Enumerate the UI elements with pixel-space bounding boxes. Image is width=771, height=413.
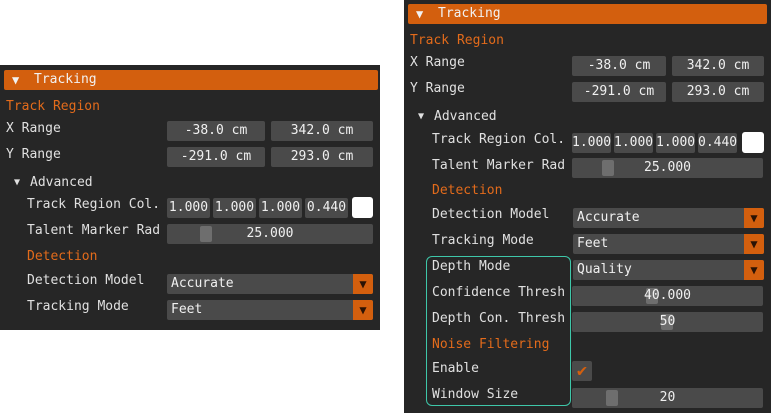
track-region-section: Track Region (410, 33, 504, 48)
depth-confidence-threshold-slider[interactable]: 50 (572, 312, 763, 332)
tracking-header[interactable]: ▼ Tracking (4, 70, 378, 90)
depth-mode-combo[interactable]: Quality ▼ (573, 260, 764, 280)
tracking-mode-combo[interactable]: Feet ▼ (573, 234, 764, 254)
y-range-label: Y Range (410, 81, 465, 96)
dropdown-arrow-icon[interactable]: ▼ (353, 300, 373, 320)
color-g-field[interactable]: 1.000 (614, 133, 653, 153)
x-range-label: X Range (6, 121, 61, 136)
y-range-max-field[interactable]: 293.0 cm (271, 147, 373, 167)
tracking-mode-combo[interactable]: Feet ▼ (167, 300, 373, 320)
noise-filtering-section: Noise Filtering (432, 337, 550, 352)
depth-mode-value: Quality (577, 262, 632, 277)
tracking-mode-value: Feet (577, 236, 609, 251)
slider-grab-handle[interactable] (606, 390, 618, 406)
y-range-min-field[interactable]: -291.0 cm (167, 147, 265, 167)
window-size-slider[interactable]: 20 (572, 388, 763, 408)
slider-grab-handle[interactable] (602, 160, 614, 176)
detection-model-combo[interactable]: Accurate ▼ (167, 274, 373, 294)
depth-confidence-threshold-label: Depth Con. Thresh (432, 311, 566, 326)
detection-model-value: Accurate (171, 276, 234, 291)
color-a-field[interactable]: 0.440 (305, 198, 348, 218)
x-range-label: X Range (410, 55, 465, 70)
x-range-min-field[interactable]: -38.0 cm (167, 121, 265, 141)
window-size-label: Window Size (432, 387, 519, 402)
y-range-label: Y Range (6, 147, 61, 162)
tracking-mode-value: Feet (171, 302, 203, 317)
color-b-field[interactable]: 1.000 (259, 198, 302, 218)
enable-label: Enable (432, 361, 479, 376)
y-range-min-field[interactable]: -291.0 cm (572, 82, 666, 102)
color-b-field[interactable]: 1.000 (656, 133, 695, 153)
track-region-color-label: Track Region Col. (432, 132, 566, 147)
window-size-value: 20 (659, 390, 676, 405)
y-range-max-field[interactable]: 293.0 cm (672, 82, 764, 102)
dropdown-arrow-icon[interactable]: ▼ (744, 234, 764, 254)
dropdown-arrow-icon[interactable]: ▼ (744, 260, 764, 280)
depth-confidence-threshold-value: 50 (659, 314, 676, 329)
color-swatch[interactable] (352, 197, 373, 218)
x-range-max-field[interactable]: 342.0 cm (271, 121, 373, 141)
new-settings-highlight (426, 256, 571, 406)
track-region-color-label: Track Region Col. (27, 197, 161, 212)
detection-section: Detection (27, 249, 98, 264)
talent-marker-radius-value: 25.000 (246, 226, 294, 241)
enable-checkbox[interactable]: ✔ (572, 361, 592, 381)
talent-marker-radius-value: 25.000 (644, 160, 691, 175)
talent-marker-radius-slider[interactable]: 25.000 (167, 224, 373, 244)
dropdown-arrow-icon[interactable]: ▼ (353, 274, 373, 294)
collapse-arrow-icon: ▼ (12, 73, 20, 87)
detection-model-value: Accurate (577, 210, 640, 225)
slider-grab-handle[interactable] (200, 226, 212, 242)
talent-marker-radius-label: Talent Marker Rad (27, 223, 161, 238)
color-g-field[interactable]: 1.000 (213, 198, 256, 218)
color-swatch[interactable] (742, 132, 764, 153)
checkmark-icon: ✔ (576, 361, 588, 381)
detection-section: Detection (432, 183, 503, 198)
tracking-header-title: Tracking (34, 72, 97, 87)
tracking-mode-label: Tracking Mode (432, 233, 534, 248)
detection-model-label: Detection Model (432, 207, 550, 222)
color-a-field[interactable]: 0.440 (698, 133, 737, 153)
confidence-threshold-value: 40.000 (644, 288, 691, 303)
talent-marker-radius-label: Talent Marker Rad (432, 158, 566, 173)
color-r-field[interactable]: 1.000 (167, 198, 210, 218)
tracking-panel-right: ▼ Tracking Track Region X Range -38.0 cm… (404, 0, 771, 413)
advanced-tree-arrow-icon[interactable]: ▼ (14, 173, 20, 193)
x-range-min-field[interactable]: -38.0 cm (572, 56, 666, 76)
advanced-tree-node[interactable]: Advanced (434, 107, 497, 127)
track-region-section: Track Region (6, 99, 100, 114)
depth-mode-label: Depth Mode (432, 259, 511, 274)
confidence-threshold-slider[interactable]: 40.000 (572, 286, 763, 306)
confidence-threshold-label: Confidence Thresh (432, 285, 566, 300)
color-r-field[interactable]: 1.000 (572, 133, 611, 153)
collapse-arrow-icon: ▼ (416, 7, 424, 21)
talent-marker-radius-slider[interactable]: 25.000 (572, 158, 763, 178)
advanced-tree-node[interactable]: Advanced (30, 173, 93, 193)
tracking-header-title: Tracking (438, 6, 501, 21)
detection-model-combo[interactable]: Accurate ▼ (573, 208, 764, 228)
advanced-tree-arrow-icon[interactable]: ▼ (418, 107, 424, 127)
tracking-panel-left: ▼ Tracking Track Region X Range -38.0 cm… (0, 65, 380, 330)
x-range-max-field[interactable]: 342.0 cm (672, 56, 764, 76)
detection-model-label: Detection Model (27, 273, 145, 288)
tracking-header[interactable]: ▼ Tracking (408, 4, 767, 24)
tracking-mode-label: Tracking Mode (27, 299, 129, 314)
dropdown-arrow-icon[interactable]: ▼ (744, 208, 764, 228)
